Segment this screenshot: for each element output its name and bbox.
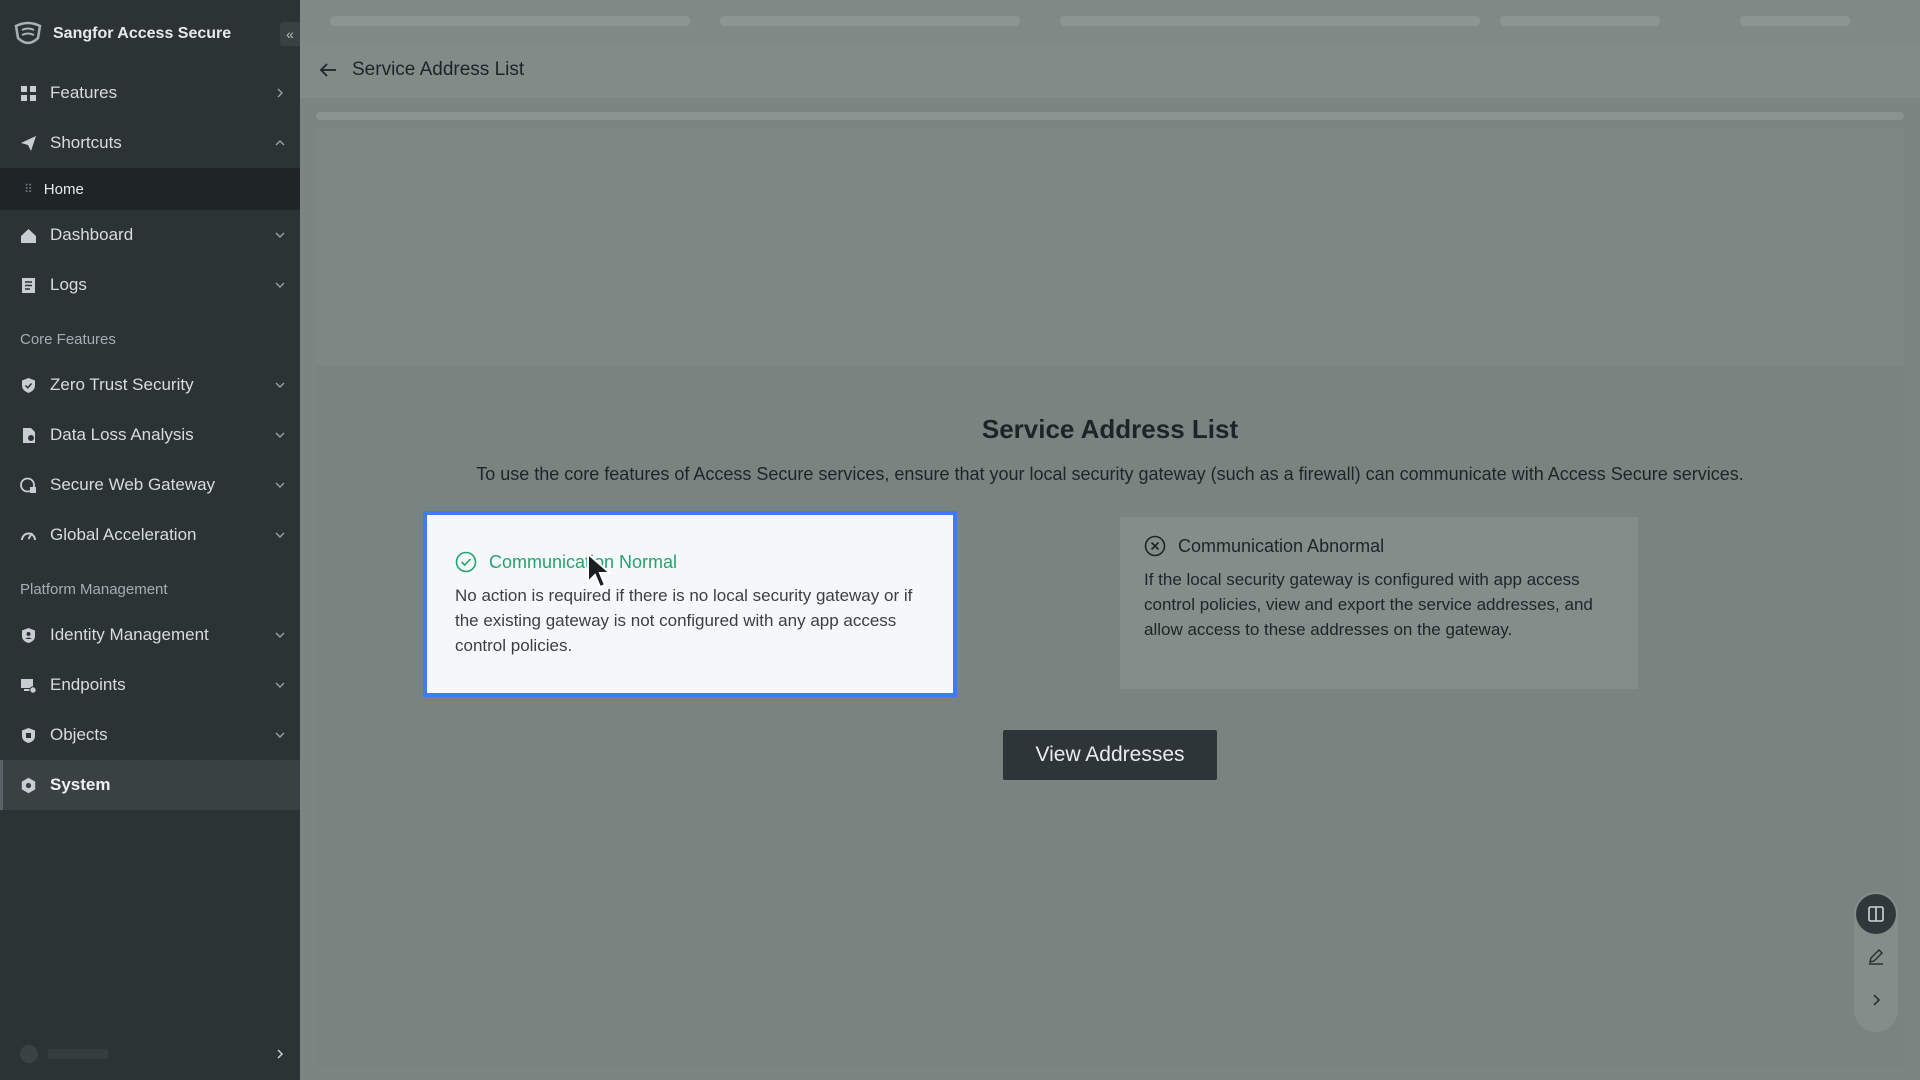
sidebar: Sangfor Access Secure « Features Shortcu… [0, 0, 300, 1080]
back-arrow-icon[interactable] [318, 60, 338, 80]
section-platform-management: Platform Management [20, 581, 168, 598]
sidebar-item-label: Data Loss Analysis [50, 425, 194, 444]
help-book-button[interactable] [1856, 894, 1896, 934]
section-description: To use the core features of Access Secur… [476, 464, 1744, 484]
card-body: If the local security gateway is configu… [1144, 570, 1593, 639]
check-circle-icon [455, 551, 477, 573]
edit-feedback-button[interactable] [1856, 934, 1896, 978]
card-body: No action is required if there is no loc… [455, 586, 913, 655]
top-bar-blur [330, 16, 690, 26]
sidebar-item-data-loss-analysis[interactable]: Data Loss Analysis [0, 410, 300, 460]
top-bar [300, 0, 1920, 42]
chevron-right-icon [1873, 994, 1881, 1006]
sidebar-item-zero-trust-security[interactable]: Zero Trust Security [0, 360, 300, 410]
id-icon [20, 627, 37, 644]
expand-toolbar-button[interactable] [1856, 978, 1896, 1022]
card-header: Communication Normal [455, 551, 925, 573]
drag-handle-icon[interactable]: ⠿ [24, 182, 33, 196]
card-title: Communication Abnormal [1178, 535, 1385, 556]
page-header: Service Address List [300, 42, 1920, 98]
sidebar-item-label: Dashboard [50, 225, 134, 244]
sidebar-item-features[interactable]: Features [0, 68, 300, 118]
communication-abnormal-card[interactable]: Communication Abnormal If the local secu… [1120, 517, 1638, 689]
sidebar-subitem-home[interactable]: ⠿ Home [0, 168, 300, 210]
chevron-down-icon [275, 682, 285, 688]
view-addresses-button[interactable]: View Addresses [1003, 730, 1217, 780]
main-content: Service Address List To use the core fea… [316, 128, 1904, 1068]
top-bar-blur [720, 16, 1020, 26]
top-bar-blur [1060, 16, 1480, 26]
shield-icon [20, 377, 37, 394]
gear-icon [20, 777, 37, 794]
pencil-icon [1868, 948, 1884, 965]
sidebar-item-dashboard[interactable]: Dashboard [0, 210, 300, 260]
chevron-down-icon [275, 232, 285, 238]
sidebar-footer[interactable] [0, 1028, 300, 1080]
top-bar-blur [1740, 16, 1850, 26]
book-icon [1868, 906, 1884, 922]
communication-normal-card[interactable]: Communication Normal No action is requir… [423, 511, 957, 697]
grid-icon [20, 85, 37, 102]
chevron-down-icon [275, 482, 285, 488]
footer-placeholder [48, 1049, 108, 1059]
chevron-down-icon [275, 382, 285, 388]
close-circle-icon [1144, 535, 1166, 557]
top-bar-blur [1500, 16, 1660, 26]
page-title: Service Address List [352, 59, 525, 80]
sidebar-item-label: Features [50, 83, 118, 102]
sidebar-item-logs[interactable]: Logs [0, 260, 300, 310]
sidebar-item-label: Global Acceleration [50, 525, 197, 544]
chevron-down-icon [275, 432, 285, 438]
sidebar-item-endpoints[interactable]: Endpoints [0, 660, 300, 710]
sidebar-item-global-acceleration[interactable]: Global Acceleration [0, 510, 300, 560]
content-upper-panel [316, 128, 1904, 366]
loading-bar [316, 112, 1904, 120]
card-header: Communication Abnormal [1144, 535, 1614, 557]
sidebar-item-label: Endpoints [50, 675, 126, 694]
chevron-down-icon [275, 532, 285, 538]
chevron-down-icon [275, 732, 285, 738]
sidebar-item-label: Secure Web Gateway [50, 475, 216, 494]
sidebar-item-label: Identity Management [50, 625, 209, 644]
chevron-down-icon [275, 282, 285, 288]
avatar [20, 1045, 38, 1063]
objects-icon [20, 727, 37, 744]
card-title: Communication Normal [489, 551, 678, 572]
sangfor-logo-icon [14, 21, 42, 45]
sidebar-item-secure-web-gateway[interactable]: Secure Web Gateway [0, 460, 300, 510]
chevron-right-icon [277, 88, 283, 98]
logs-icon [20, 277, 37, 294]
sidebar-item-label: Home [43, 180, 84, 198]
endpoint-icon [20, 677, 37, 694]
sidebar-item-label: System [50, 775, 111, 794]
sidebar-item-system[interactable]: System [0, 760, 300, 810]
dashboard-icon [20, 227, 37, 244]
sidebar-item-shortcuts[interactable]: Shortcuts [0, 118, 300, 168]
sidebar-item-label: Logs [50, 275, 87, 294]
document-icon [20, 427, 37, 444]
section-core-features: Core Features [20, 331, 116, 348]
mouse-cursor-icon [587, 552, 613, 589]
app-name: Sangfor Access Secure [53, 25, 232, 42]
section-title: Service Address List [981, 414, 1239, 444]
sidebar-item-label: Objects [50, 725, 108, 744]
sidebar-item-objects[interactable]: Objects [0, 710, 300, 760]
chevron-down-icon [275, 632, 285, 638]
speed-icon [20, 527, 37, 544]
brand: Sangfor Access Secure « [0, 0, 300, 68]
sidebar-item-label: Zero Trust Security [50, 375, 194, 394]
paper-plane-icon [20, 135, 37, 152]
sidebar-item-identity-management[interactable]: Identity Management [0, 610, 300, 660]
globe-lock-icon [20, 477, 37, 494]
chevron-right-icon[interactable] [274, 1048, 286, 1060]
floating-toolbar [1854, 892, 1898, 1032]
chevron-up-icon [275, 140, 285, 146]
collapse-sidebar-button[interactable]: « [280, 22, 300, 46]
sidebar-item-label: Shortcuts [50, 133, 122, 152]
